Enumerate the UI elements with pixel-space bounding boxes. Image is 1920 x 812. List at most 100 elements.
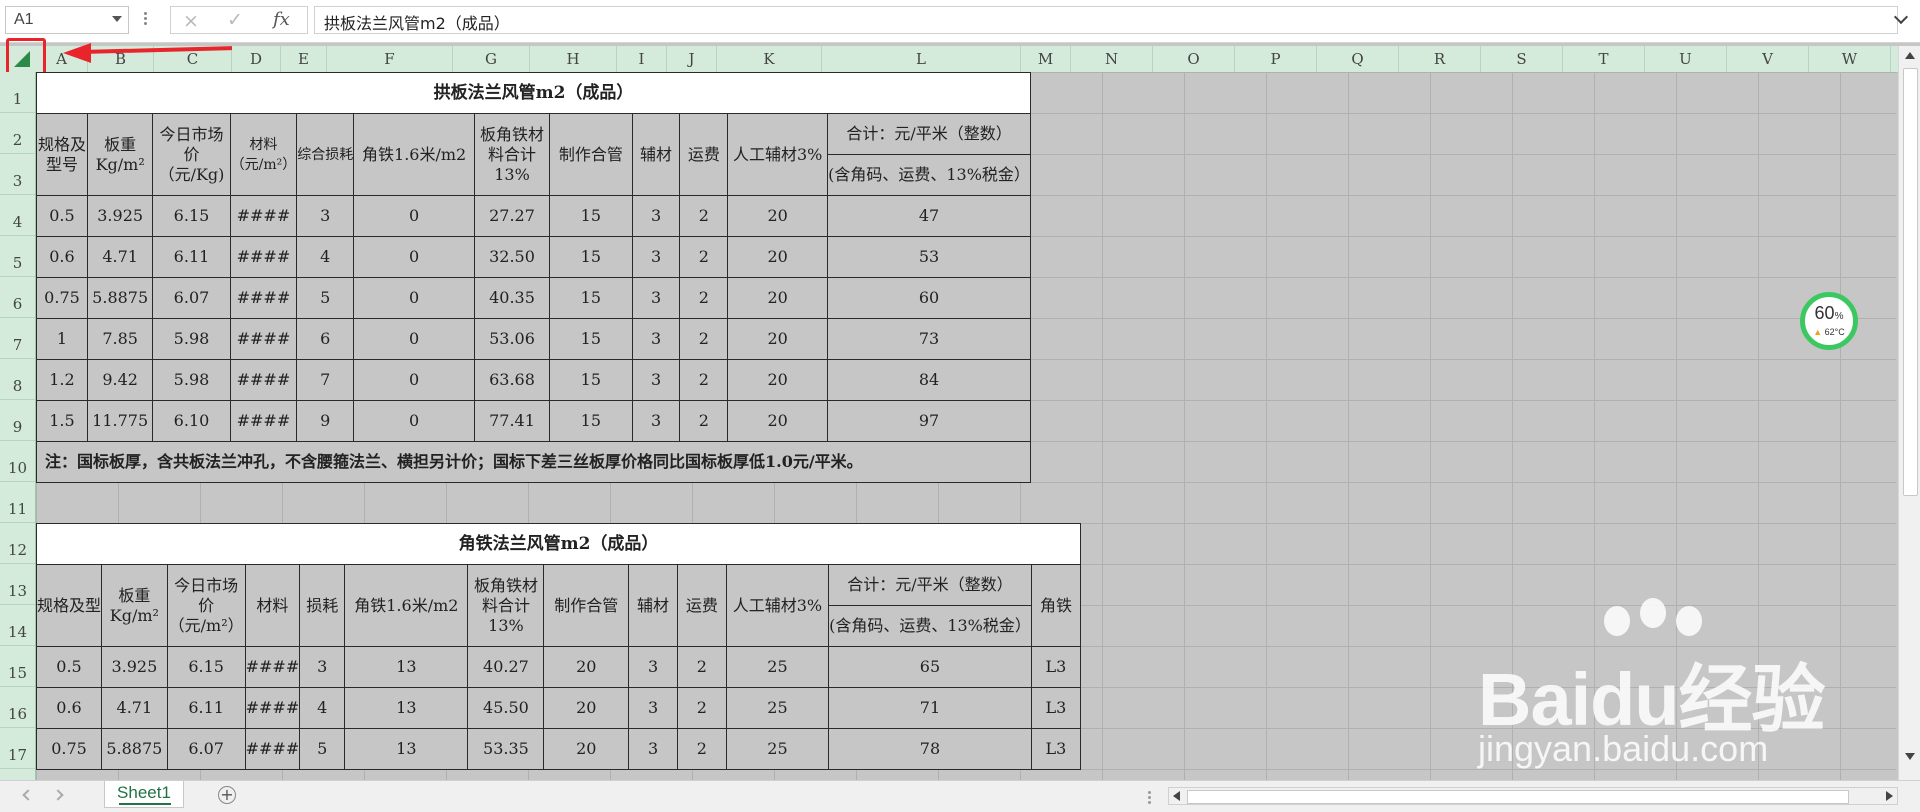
sheet-tab-sheet1[interactable]: Sheet1 (104, 781, 184, 808)
table-cell[interactable]: 3.925 (101, 646, 168, 688)
header-make[interactable]: 制作合管 (543, 564, 630, 647)
scroll-up-icon[interactable] (1905, 52, 1915, 59)
insert-function-icon[interactable]: fx (273, 9, 290, 30)
column-header-g[interactable]: G (453, 46, 530, 72)
column-header-u[interactable]: U (1645, 46, 1727, 72)
row-header-2[interactable]: 2 (0, 113, 35, 154)
table-cell[interactable]: 11.775 (86, 400, 154, 442)
table-cell[interactable]: 5.8875 (101, 728, 168, 770)
table-cell[interactable]: 20 (727, 318, 829, 360)
header-board-sum[interactable]: 板角铁材料合计13% (474, 113, 551, 196)
table-cell[interactable]: 5.98 (152, 318, 231, 360)
header-spec[interactable]: 规格及型 (36, 564, 103, 647)
table-cell[interactable]: 1 (36, 318, 88, 360)
table-cell[interactable]: 6 (296, 318, 355, 360)
table-cell[interactable]: 6.11 (152, 236, 231, 278)
table-cell[interactable]: #### (244, 687, 301, 729)
table-cell[interactable]: 0 (353, 195, 476, 237)
table-cell[interactable]: 1.5 (36, 400, 88, 442)
header-make[interactable]: 制作合管 (549, 113, 633, 196)
more-options-icon[interactable] (144, 10, 148, 30)
header-labor[interactable]: 人工辅材3% (725, 564, 830, 647)
row-header-5[interactable]: 5 (0, 236, 35, 277)
header-angle-spec[interactable]: 角铁 (1030, 564, 1082, 647)
table-cell[interactable]: #### (229, 318, 298, 360)
table-cell[interactable]: 5 (296, 277, 355, 319)
table-cell[interactable]: 3 (628, 687, 678, 729)
table-cell[interactable]: 6.15 (152, 195, 231, 237)
header-freight[interactable]: 运费 (676, 564, 727, 647)
table-cell[interactable]: 47 (827, 195, 1031, 237)
column-header-p[interactable]: P (1235, 46, 1317, 72)
table-cell[interactable]: 2 (679, 236, 729, 278)
table-cell[interactable]: 45.50 (467, 687, 545, 729)
table-cell[interactable]: 4.71 (86, 236, 154, 278)
table-cell[interactable]: 73 (827, 318, 1031, 360)
table-cell[interactable]: 2 (676, 687, 727, 729)
column-header-f[interactable]: F (327, 46, 453, 72)
table-cell[interactable]: 15 (549, 318, 633, 360)
table-cell[interactable]: 20 (543, 646, 630, 688)
table-cell[interactable]: 2 (679, 400, 729, 442)
table-cell[interactable]: #### (244, 728, 301, 770)
row-header-17[interactable]: 17 (0, 728, 35, 769)
column-header-o[interactable]: O (1153, 46, 1235, 72)
table-cell[interactable]: 3 (296, 195, 355, 237)
table-cell[interactable]: 13 (344, 728, 469, 770)
table-cell[interactable]: 20 (727, 277, 829, 319)
table-cell[interactable]: 6.15 (166, 646, 246, 688)
table-cell[interactable]: L3 (1030, 646, 1082, 688)
column-header-r[interactable]: R (1399, 46, 1481, 72)
table-cell[interactable]: #### (229, 277, 298, 319)
header-spec[interactable]: 规格及型号 (36, 113, 88, 196)
row-header-6[interactable]: 6 (0, 277, 35, 318)
horizontal-scroll-thumb[interactable] (1187, 790, 1849, 804)
table-cell[interactable]: 3 (631, 277, 681, 319)
header-total-sub[interactable]: (含角码、运费、13%税金） (828, 605, 1032, 647)
table-cell[interactable]: 0 (353, 318, 476, 360)
column-header-l[interactable]: L (822, 46, 1021, 72)
table-cell[interactable]: 53 (827, 236, 1031, 278)
table-cell[interactable]: 2 (676, 728, 727, 770)
row-header-14[interactable]: 14 (0, 605, 35, 646)
column-header-e[interactable]: E (281, 46, 327, 72)
table-cell[interactable]: #### (229, 400, 298, 442)
table-cell[interactable]: 15 (549, 236, 633, 278)
column-header-j[interactable]: J (667, 46, 717, 72)
row-header-4[interactable]: 4 (0, 195, 35, 236)
table-cell[interactable]: 2 (676, 646, 727, 688)
vertical-scroll-thumb[interactable] (1903, 68, 1918, 496)
table-cell[interactable]: 3 (631, 195, 681, 237)
header-angle[interactable]: 角铁1.6米/m2 (353, 113, 476, 196)
column-header-i[interactable]: I (617, 46, 667, 72)
table-cell[interactable]: 20 (543, 687, 630, 729)
row-header-16[interactable]: 16 (0, 687, 35, 728)
table-cell[interactable]: 2 (679, 359, 729, 401)
header-weight[interactable]: 板重Kg/m² (86, 113, 154, 196)
scroll-left-icon[interactable] (1173, 791, 1180, 801)
split-handle-icon[interactable] (1148, 789, 1151, 806)
table-note[interactable]: 注：国标板厚，含共板法兰冲孔，不含腰箍法兰、横担另计价；国标下差三丝板厚价格同比… (36, 441, 1031, 483)
table-cell[interactable]: 0 (353, 359, 476, 401)
row-header-1[interactable]: 1 (0, 72, 35, 113)
table-cell[interactable]: 6.07 (166, 728, 246, 770)
header-freight[interactable]: 运费 (679, 113, 729, 196)
table-cell[interactable]: 6.11 (166, 687, 246, 729)
table-cell[interactable]: 40.27 (467, 646, 545, 688)
table-cell[interactable]: 9.42 (86, 359, 154, 401)
column-header-m[interactable]: M (1021, 46, 1071, 72)
table-cell[interactable]: 4.71 (101, 687, 168, 729)
table-cell[interactable]: 0.6 (36, 687, 103, 729)
header-price[interactable]: 今日市场价 （元/m²） (166, 564, 246, 647)
column-header-w[interactable]: W (1809, 46, 1891, 72)
table-cell[interactable]: 84 (827, 359, 1031, 401)
table-cell[interactable]: 20 (727, 400, 829, 442)
table-cell[interactable]: 27.27 (474, 195, 551, 237)
table-cell[interactable]: 0 (353, 277, 476, 319)
header-weight[interactable]: 板重Kg/m² (101, 564, 168, 647)
table-cell[interactable]: 2 (679, 318, 729, 360)
table-cell[interactable]: 20 (727, 195, 829, 237)
table-cell[interactable]: 20 (543, 728, 630, 770)
table-cell[interactable]: 20 (727, 236, 829, 278)
table-cell[interactable]: 9 (296, 400, 355, 442)
